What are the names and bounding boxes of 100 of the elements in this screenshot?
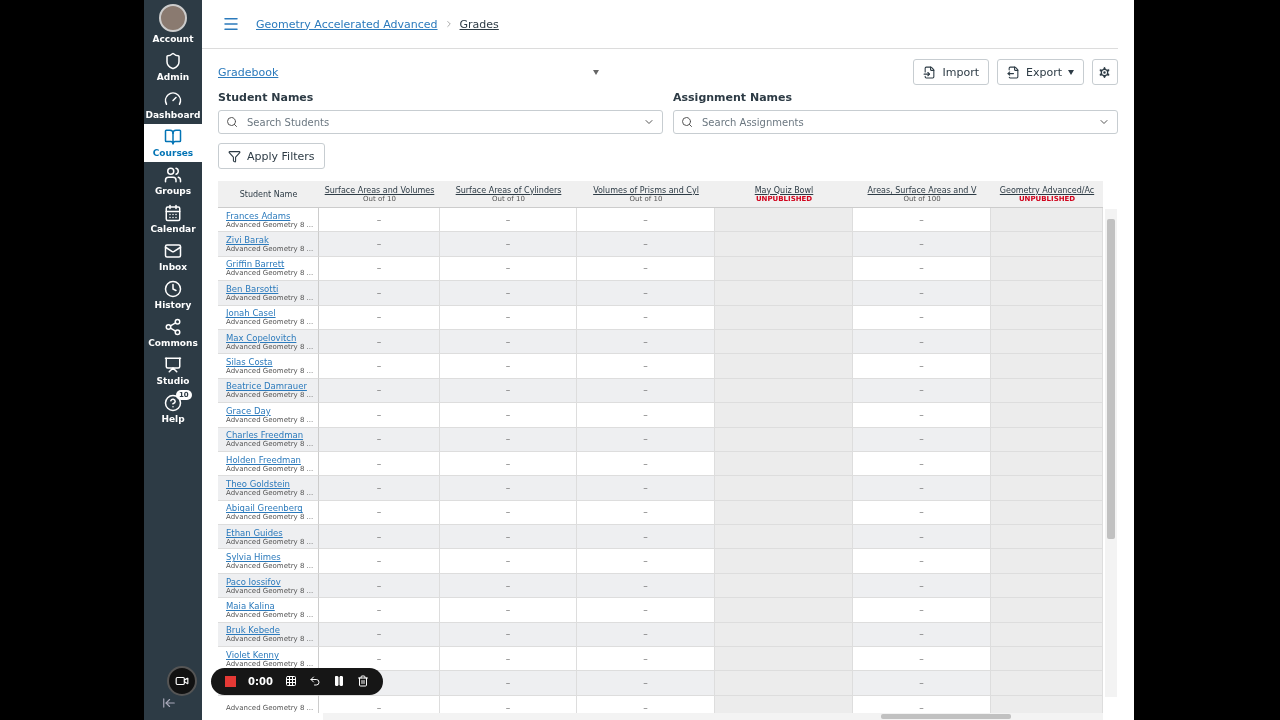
collapse-icon[interactable]	[162, 696, 176, 710]
grade-cell[interactable]: –	[577, 427, 715, 452]
export-button[interactable]: Export	[996, 59, 1084, 85]
sidebar-item[interactable]: Dashboard	[144, 86, 202, 124]
student-link[interactable]: Bruk Kebede	[226, 625, 318, 636]
grade-cell[interactable]	[991, 573, 1103, 599]
grade-cell[interactable]	[715, 549, 853, 574]
breadcrumb-link[interactable]: Geometry Accelerated Advanced	[256, 17, 438, 31]
grade-cell[interactable]: –	[853, 281, 991, 306]
grade-cell[interactable]: –	[577, 598, 715, 623]
grade-cell[interactable]	[715, 354, 853, 379]
assignment-link[interactable]: Surface Areas and Volumes	[324, 185, 435, 195]
grade-cell[interactable]: –	[319, 354, 440, 379]
grade-cell[interactable]: –	[319, 256, 440, 282]
grade-cell[interactable]: –	[577, 476, 715, 501]
grade-cell[interactable]: –	[853, 476, 991, 501]
grade-cell[interactable]: –	[440, 427, 577, 452]
assignment-link[interactable]: Volumes of Prisms and Cyl	[593, 185, 699, 195]
grade-cell[interactable]	[991, 427, 1103, 452]
student-link[interactable]: Beatrice Damrauer	[226, 381, 318, 392]
scrollbar[interactable]	[323, 713, 1103, 720]
gradebook-menu[interactable]: Gradebook	[218, 65, 279, 79]
pause-icon[interactable]	[332, 675, 345, 687]
grade-cell[interactable]: –	[853, 647, 991, 672]
grade-cell[interactable]: –	[577, 256, 715, 282]
search-field[interactable]: Search Assignments	[673, 110, 1118, 134]
stop-button[interactable]	[225, 675, 236, 687]
grade-cell[interactable]: –	[577, 281, 715, 306]
grade-cell[interactable]: –	[853, 573, 991, 599]
student-link[interactable]: Sylvia Himes	[226, 552, 318, 563]
scrollbar[interactable]	[1105, 209, 1117, 697]
grade-cell[interactable]	[715, 232, 853, 257]
sidebar-item[interactable]: Calendar	[144, 200, 202, 238]
grade-cell[interactable]: –	[440, 305, 577, 330]
grade-cell[interactable]: –	[440, 671, 577, 696]
grade-cell[interactable]: –	[577, 500, 715, 526]
student-link[interactable]: Max Copelovitch	[226, 332, 318, 343]
grade-cell[interactable]: –	[440, 329, 577, 355]
trash-icon[interactable]	[356, 675, 369, 687]
grade-cell[interactable]	[991, 281, 1103, 306]
grade-cell[interactable]: –	[319, 329, 440, 355]
grade-cell[interactable]: –	[853, 232, 991, 257]
student-link[interactable]: Zivi Barak	[226, 235, 318, 246]
grade-cell[interactable]: –	[577, 378, 715, 404]
grade-cell[interactable]	[991, 549, 1103, 574]
breadcrumb-link[interactable]: Grades	[459, 17, 499, 31]
grade-cell[interactable]: –	[319, 232, 440, 257]
grade-cell[interactable]: –	[440, 476, 577, 501]
grade-cell[interactable]: –	[577, 671, 715, 696]
grade-cell[interactable]: –	[319, 573, 440, 599]
grade-cell[interactable]	[991, 256, 1103, 282]
sidebar-item[interactable]: Commons	[144, 314, 202, 352]
grade-cell[interactable]: –	[440, 622, 577, 648]
grade-cell[interactable]	[991, 622, 1103, 648]
student-link[interactable]: Frances Adams	[226, 210, 318, 221]
grade-cell[interactable]: –	[319, 476, 440, 501]
grade-cell[interactable]	[715, 476, 853, 501]
grade-cell[interactable]	[715, 573, 853, 599]
grade-cell[interactable]: –	[853, 427, 991, 452]
assignment-link[interactable]: Areas, Surface Areas and V	[867, 185, 977, 195]
grade-cell[interactable]	[715, 451, 853, 477]
student-link[interactable]: Abigail Greenberg	[226, 503, 318, 514]
grade-cell[interactable]: –	[577, 208, 715, 233]
grade-cell[interactable]: –	[319, 378, 440, 404]
assignment-link[interactable]: May Quiz Bowl	[754, 185, 814, 195]
grade-cell[interactable]: –	[440, 354, 577, 379]
grade-cell[interactable]: –	[577, 573, 715, 599]
assignment-link[interactable]: Geometry Advanced/Ac	[999, 185, 1095, 195]
apply-filters-button[interactable]: Apply Filters	[218, 143, 325, 169]
grade-cell[interactable]	[715, 671, 853, 696]
search-field[interactable]: Search Students	[218, 110, 663, 134]
grade-cell[interactable]	[715, 622, 853, 648]
grade-cell[interactable]: –	[853, 451, 991, 477]
grade-cell[interactable]: –	[440, 256, 577, 282]
student-link[interactable]: Silas Costa	[226, 357, 318, 368]
grade-cell[interactable]: –	[853, 208, 991, 233]
grade-cell[interactable]: –	[853, 598, 991, 623]
grade-cell[interactable]	[991, 354, 1103, 379]
sidebar-item[interactable]: Groups	[144, 162, 202, 200]
student-link[interactable]: Griffin Barrett	[226, 259, 318, 270]
student-link[interactable]: Charles Freedman	[226, 430, 318, 441]
grade-cell[interactable]	[715, 281, 853, 306]
grade-cell[interactable]	[991, 500, 1103, 526]
grade-cell[interactable]: –	[853, 500, 991, 526]
grade-cell[interactable]: –	[319, 208, 440, 233]
grade-cell[interactable]: –	[440, 451, 577, 477]
grade-cell[interactable]: –	[577, 232, 715, 257]
student-link[interactable]: Violet Kenny	[226, 649, 318, 660]
grade-cell[interactable]: –	[853, 329, 991, 355]
grade-cell[interactable]: –	[853, 671, 991, 696]
grade-cell[interactable]: –	[853, 354, 991, 379]
grade-cell[interactable]: –	[853, 378, 991, 404]
grade-cell[interactable]	[991, 451, 1103, 477]
grade-cell[interactable]: –	[319, 549, 440, 574]
grade-cell[interactable]: –	[853, 403, 991, 428]
grade-cell[interactable]: –	[440, 208, 577, 233]
grade-cell[interactable]	[991, 378, 1103, 404]
student-link[interactable]: Maia Kalina	[226, 600, 318, 611]
import-button[interactable]: Import	[913, 59, 989, 85]
grade-cell[interactable]: –	[319, 500, 440, 526]
